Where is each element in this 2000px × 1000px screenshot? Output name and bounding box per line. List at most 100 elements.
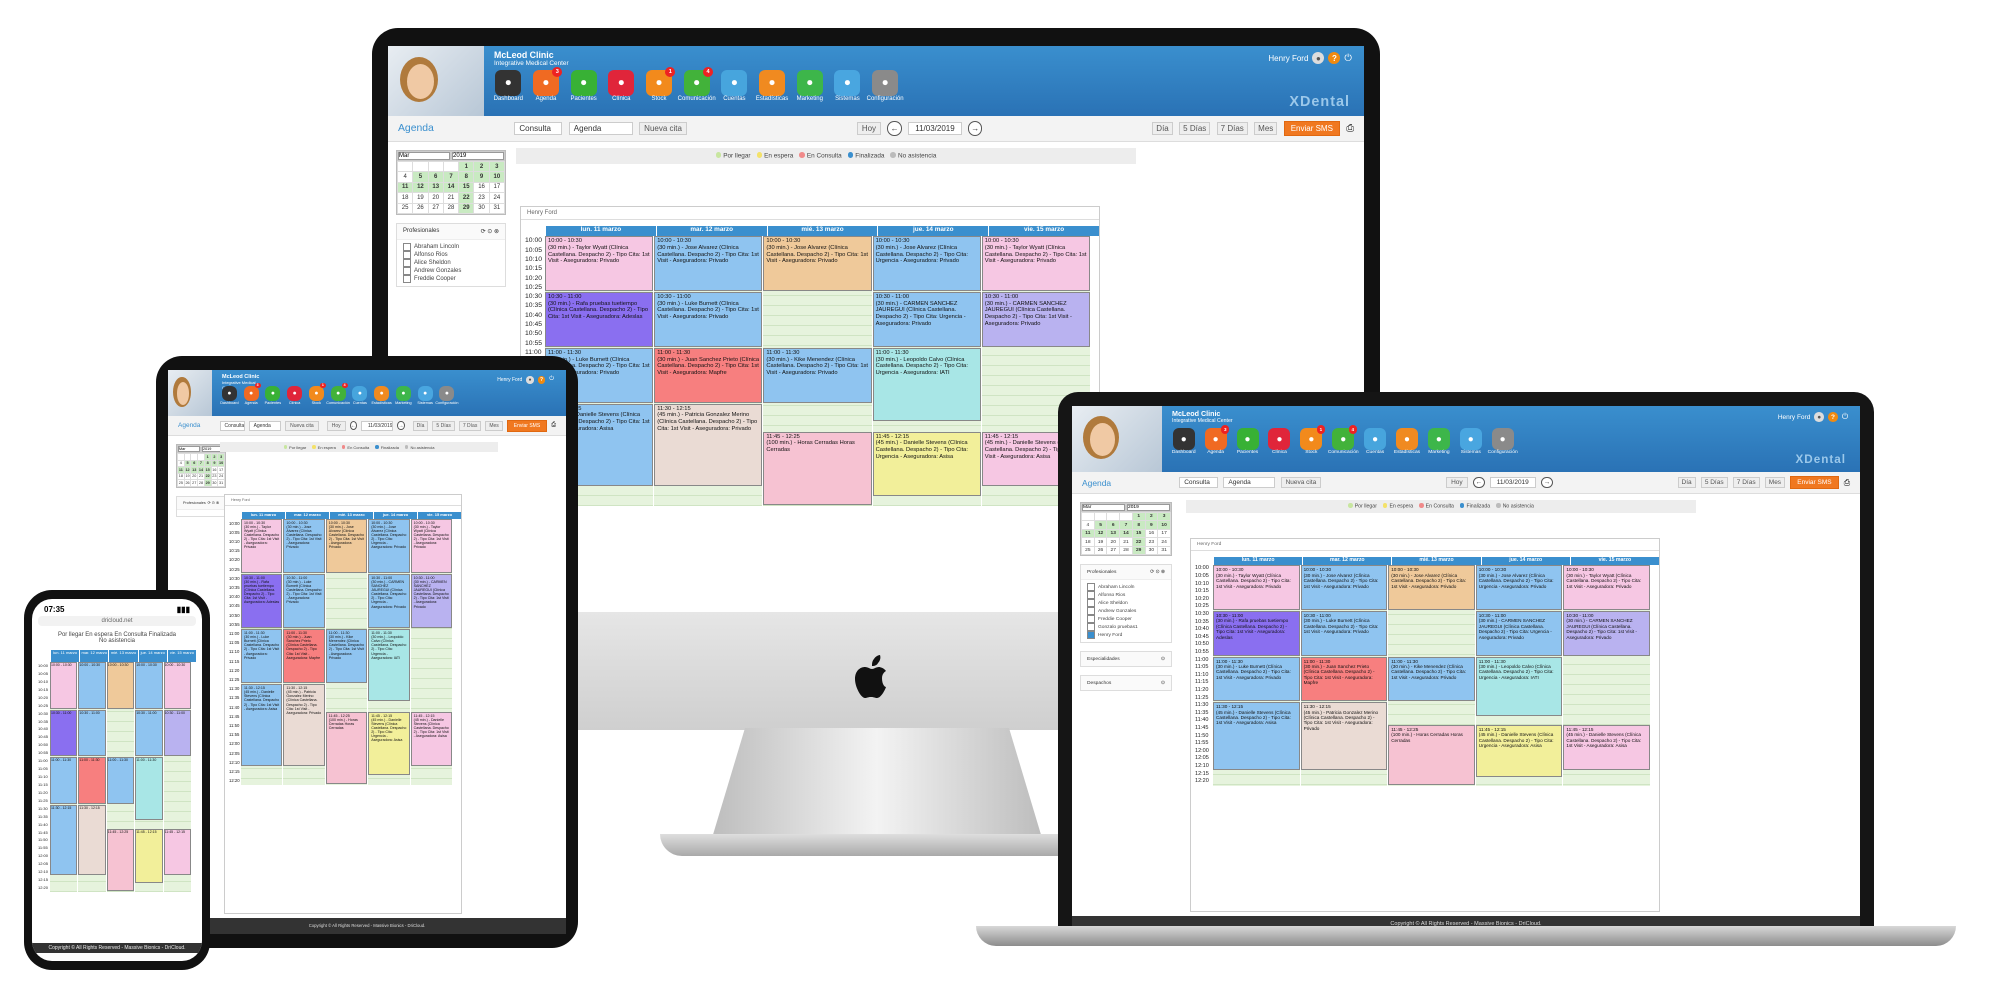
view-2-button[interactable]: 7 Días: [458, 420, 482, 431]
mini-calendar-day[interactable]: 13: [427, 181, 444, 194]
today-button[interactable]: Hoy: [856, 122, 882, 135]
mini-calendar-day[interactable]: 4: [396, 171, 414, 183]
mini-calendar-day[interactable]: 10: [1157, 520, 1171, 530]
nav-agenda[interactable]: ● Agenda 3: [242, 382, 261, 405]
appointment-card[interactable]: 10:30 - 11:00 (30 min.) - CARMEN SANCHEZ …: [1563, 611, 1650, 656]
appointment-card[interactable]: 11:00 - 11:30 (30 min.) - Leopoldo Calvo …: [1475, 656, 1563, 717]
nav-pacientes[interactable]: ● Pacientes: [567, 69, 600, 102]
today-button[interactable]: Hoy: [1446, 477, 1468, 488]
despachos-panel[interactable]: Despachos ⊙: [1080, 675, 1172, 692]
mini-calendar-day[interactable]: 23: [473, 192, 490, 204]
mini-calendar-day[interactable]: [442, 160, 460, 173]
help-icon[interactable]: ?: [1328, 52, 1341, 64]
mini-calendar-day[interactable]: 30: [1144, 545, 1159, 556]
appointment-card[interactable]: 11:00 - 11:30 (30 min.) - Leopoldo Calvo …: [872, 347, 981, 422]
especialidades-panel[interactable]: Especialidades ⊙: [1080, 651, 1172, 668]
appointment-card[interactable]: 11:00 - 11:30: [135, 757, 163, 820]
year-select[interactable]: 2019: [1127, 504, 1170, 511]
print-icon[interactable]: ⎙: [551, 422, 556, 429]
mini-calendar-day[interactable]: 6: [427, 171, 444, 183]
appointment-card[interactable]: 11:30 - 12:15 (45 min.) - Patricia Gonzal…: [1300, 702, 1388, 770]
next-arrow-icon[interactable]: →: [1540, 476, 1553, 489]
appointment-card[interactable]: 10:30 - 11:00: [135, 709, 163, 757]
appointment-card[interactable]: 10:30 - 11:00 (30 min.) - CARMEN SANCHEZ …: [368, 573, 410, 628]
appointment-card[interactable]: 11:00 - 11:30 (30 min.) - Kike Menendez (…: [1388, 656, 1475, 702]
mini-calendar-day[interactable]: 26: [1093, 545, 1108, 556]
mini-calendar-day[interactable]: 22: [458, 192, 475, 204]
appointment-card[interactable]: 11:45 - 12:15 (45 min.) - Danielle Steven…: [1475, 725, 1563, 778]
mini-calendar[interactable]: Mar 2019 1 2 3 4 5 6 7 8 9 10 11 12 13 14 15 16 17 18 19 20 21…: [1080, 502, 1172, 557]
date-input[interactable]: 11/03/2019: [360, 420, 394, 431]
mini-calendar-day[interactable]: 6: [1106, 520, 1121, 530]
today-button[interactable]: Hoy: [326, 420, 346, 431]
appointment-card[interactable]: 11:30 - 12:15: [78, 804, 106, 876]
professional-checkbox[interactable]: Alice Sheldon: [1087, 599, 1165, 607]
appointment-card[interactable]: 10:00 - 10:30 (30 min.) - Jose Alvarez (C…: [283, 518, 325, 573]
mini-calendar-day[interactable]: 3: [488, 160, 506, 173]
nav-clnica[interactable]: ● Clínica: [285, 385, 304, 405]
power-icon[interactable]: ⏻: [549, 376, 554, 383]
month-select[interactable]: Mar: [398, 152, 450, 160]
appointment-card[interactable]: 10:00 - 10:30: [135, 662, 163, 709]
professional-checkbox[interactable]: Andrew Gonzales: [403, 267, 499, 275]
appointment-card[interactable]: 11:45 - 12:15 (45 min.) - Danielle Steven…: [872, 431, 981, 496]
nav-clnica[interactable]: ● Clínica: [605, 69, 638, 102]
appointment-card[interactable]: 11:00 - 11:30 (30 min.) - Kike Menendez (…: [763, 347, 872, 403]
nav-agenda[interactable]: ● Agenda 3: [1202, 425, 1230, 455]
agenda-select[interactable]: Agenda: [248, 420, 282, 431]
new-appointment-button[interactable]: Nueva cita: [285, 420, 319, 431]
mini-calendar-day[interactable]: 1: [458, 160, 475, 173]
nav-stock[interactable]: ● Stock 1: [1298, 425, 1326, 455]
mini-calendar[interactable]: Mar 2019 1 2 3 4 5 6 7 8 9 10 11 12 13 14 15 16 17 18 19 20 21…: [176, 444, 226, 488]
mini-calendar-day[interactable]: 20: [1106, 537, 1121, 547]
appointment-card[interactable]: 11:45 - 12:25 (100 min.) - Horas Cerradas…: [1388, 725, 1475, 785]
user-menu[interactable]: Henry Ford ●? ⏻: [1778, 412, 1848, 422]
appointment-card[interactable]: 10:00 - 10:30 (30 min.) - Taylor Wyatt (C…: [981, 236, 1090, 292]
appointment-card[interactable]: 11:00 - 11:30 (30 min.) - Juan Sanchez Pr…: [283, 628, 325, 684]
professional-checkbox[interactable]: Freddie Cooper: [403, 275, 499, 283]
mini-calendar-day[interactable]: [1119, 511, 1133, 522]
mini-calendar-day[interactable]: 5: [1093, 520, 1108, 530]
mini-calendar-day[interactable]: 30: [473, 202, 490, 214]
agenda-select[interactable]: Agenda: [1223, 477, 1276, 488]
nav-pacientes[interactable]: ● Pacientes: [264, 385, 283, 405]
mini-calendar-day[interactable]: 8: [458, 171, 475, 183]
mini-calendar-day[interactable]: 28: [1119, 545, 1133, 556]
view-1-button[interactable]: 5 Días: [432, 420, 455, 431]
mini-calendar-day[interactable]: 25: [1081, 545, 1095, 556]
mini-calendar-day[interactable]: 11: [1081, 528, 1095, 539]
mini-calendar-day[interactable]: 5: [412, 171, 429, 183]
mini-calendar-day[interactable]: [396, 160, 414, 173]
appointment-card[interactable]: 11:00 - 11:30 (30 min.) - Juan Sanchez Pr…: [1300, 656, 1388, 702]
appointment-card[interactable]: 11:30 - 12:15 (45 min.) - Patricia Gonzal…: [654, 403, 763, 487]
appointment-card[interactable]: 11:45 - 12:25 (100 min.) - Horas Cerradas…: [325, 711, 368, 785]
appointment-card[interactable]: 10:30 - 11:00 (30 min.) - CARMEN SANCHEZ …: [410, 573, 452, 628]
mini-calendar-day[interactable]: 17: [488, 181, 506, 194]
help-icon[interactable]: ?: [537, 376, 546, 384]
mini-calendar-day[interactable]: 14: [442, 181, 460, 194]
professional-checkbox[interactable]: Alice Sheldon: [403, 259, 499, 267]
power-icon[interactable]: ⏻: [1344, 53, 1352, 64]
professional-checkbox[interactable]: Freddie Cooper: [1087, 615, 1165, 623]
appointment-card[interactable]: 11:00 - 11:30: [106, 757, 135, 804]
appointment-card[interactable]: 10:30 - 11:00 (30 min.) - CARMEN SANCHEZ …: [1475, 611, 1563, 656]
appointment-card[interactable]: 10:00 - 10:30 (30 min.) - Jose Alvarez (C…: [1300, 565, 1388, 611]
professional-checkbox[interactable]: Alfonso Rios: [403, 251, 499, 259]
phone-url-bar[interactable]: dricloud.net: [38, 616, 196, 626]
appointment-card[interactable]: 10:30 - 11:00 (30 min.) - Luke Burnett (C…: [283, 573, 325, 628]
mini-calendar-day[interactable]: 14: [1119, 528, 1133, 539]
mini-calendar-day[interactable]: 16: [473, 181, 490, 194]
appointment-card[interactable]: 11:30 - 12:15: [50, 804, 78, 876]
mini-calendar-day[interactable]: 1: [1131, 511, 1146, 522]
professional-checkbox[interactable]: Henry Ford: [1087, 631, 1165, 639]
appointment-card[interactable]: 10:30 - 11:00: [50, 709, 78, 757]
month-select[interactable]: Mar: [178, 446, 200, 452]
mini-calendar-day[interactable]: 8: [1131, 520, 1146, 530]
send-sms-button[interactable]: Enviar SMS: [506, 419, 548, 432]
nav-estadsticas[interactable]: ● Estadísticas: [372, 385, 392, 405]
nav-marketing[interactable]: ● Marketing: [794, 69, 827, 102]
appointment-card[interactable]: 10:00 - 10:30 (30 min.) - Jose Alvarez (C…: [872, 236, 981, 292]
date-input[interactable]: 11/03/2019: [908, 122, 962, 135]
view-1-button[interactable]: 5 Días: [1700, 477, 1728, 488]
mini-calendar-day[interactable]: 15: [1131, 528, 1146, 539]
